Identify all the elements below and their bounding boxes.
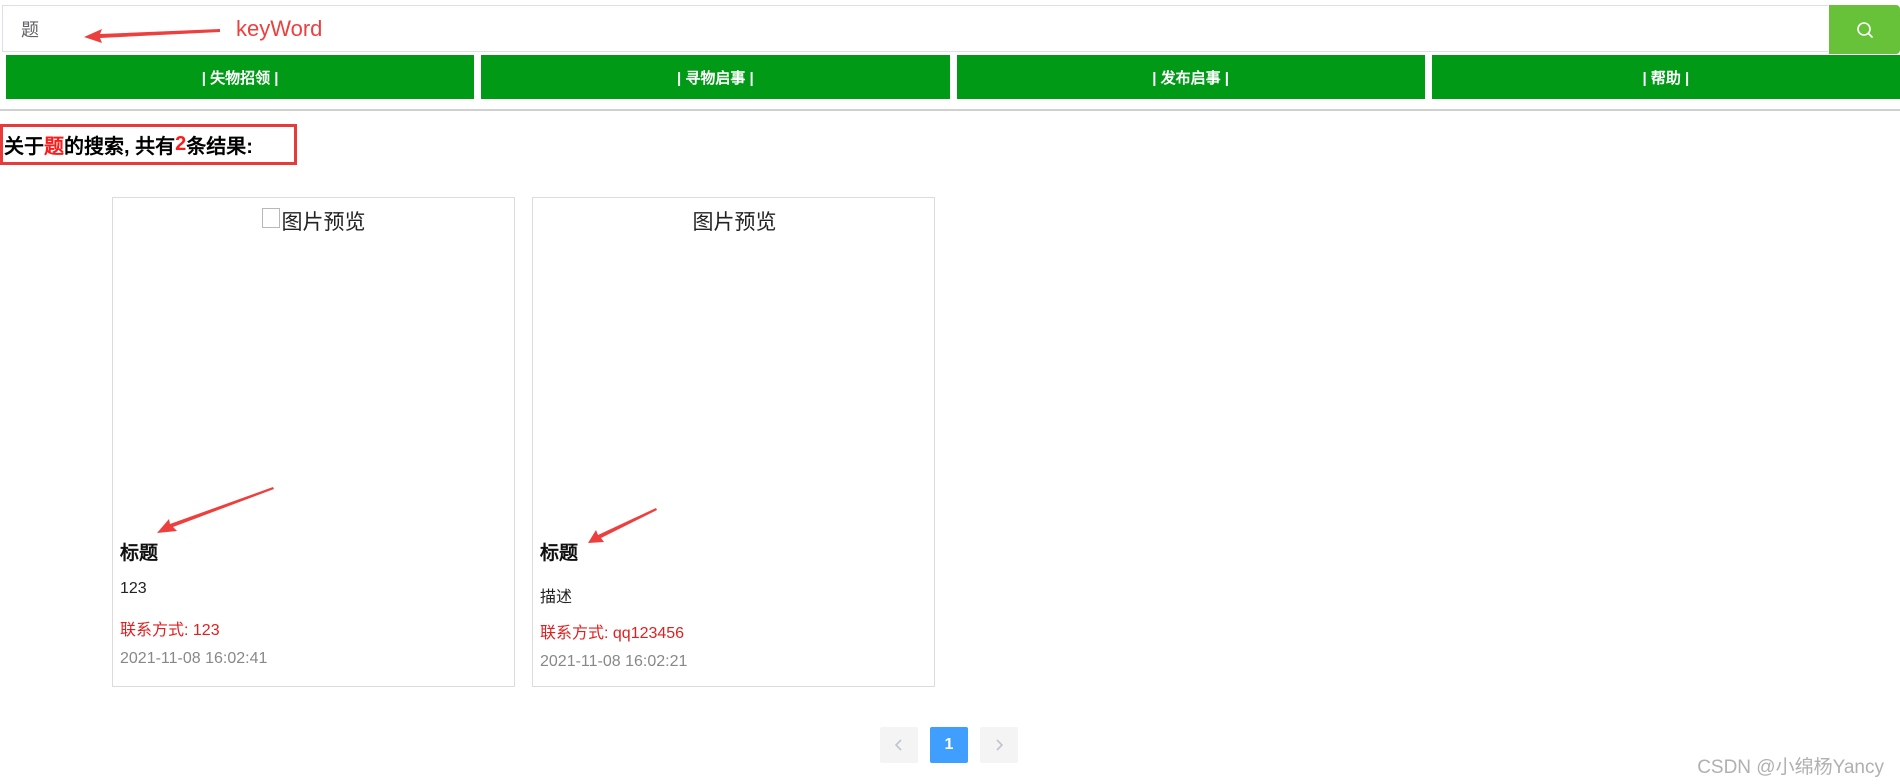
result-summary: 关于题的搜索, 共有 2 条结果: — [0, 124, 297, 165]
chevron-left-icon — [894, 739, 902, 751]
card-time: 2021-11-08 16:02:41 — [120, 650, 268, 667]
keyword-annotation-label: keyWord — [236, 16, 323, 41]
result-prefix: 关于 — [4, 136, 44, 158]
annotation-arrow-icon — [84, 29, 220, 43]
nav-item-publish[interactable]: | 发布启事 | — [956, 55, 1425, 99]
search-icon — [1856, 21, 1873, 38]
nav-item-seek-item[interactable]: | 寻物启事 | — [481, 55, 950, 99]
page: keyWord | 失物招领 | | 寻物启事 | | 发布启事 | | 帮助 … — [0, 0, 1900, 784]
nav-item-help[interactable]: | 帮助 | — [1431, 55, 1900, 99]
card-contact: 联系方式: 123 — [120, 622, 220, 639]
result-count: 2 — [175, 133, 187, 155]
card-image-preview: 图片预览 — [113, 206, 514, 236]
result-suffix: 条结果: — [186, 136, 253, 158]
page-number-button[interactable]: 1 — [930, 727, 968, 763]
result-card[interactable]: 图片预览 标题 123 联系方式: 123 2021-11-08 16:02:4… — [112, 197, 515, 687]
card-title: 标题 — [540, 543, 579, 564]
nav-item-lost-found[interactable]: | 失物招领 | — [6, 55, 475, 99]
card-title: 标题 — [120, 543, 159, 564]
title-annotation-arrow-icon — [157, 487, 274, 533]
result-middle: 的搜索, 共有 — [64, 136, 176, 158]
card-image-preview: 图片预览 — [533, 206, 934, 236]
result-keyword: 题 — [44, 136, 64, 158]
card-description: 描述 — [540, 589, 573, 606]
card-contact: 联系方式: qq123456 — [540, 625, 685, 642]
card-description: 123 — [120, 580, 147, 597]
prev-page-button[interactable] — [880, 727, 918, 763]
main-nav: | 失物招领 | | 寻物启事 | | 发布启事 | | 帮助 | — [6, 55, 1900, 99]
broken-image-icon — [261, 208, 280, 228]
card-image-alt-text: 图片预览 — [692, 211, 777, 234]
divider — [0, 109, 1900, 111]
title-annotation-arrow-icon — [588, 508, 657, 543]
next-page-button[interactable] — [980, 727, 1018, 763]
card-time: 2021-11-08 16:02:21 — [540, 653, 688, 670]
chevron-right-icon — [996, 739, 1004, 751]
result-card[interactable]: 图片预览 标题 描述 联系方式: qq123456 2021-11-08 16:… — [532, 197, 935, 687]
search-button[interactable] — [1829, 5, 1900, 54]
watermark: CSDN @小绵杨Yancy — [1697, 757, 1884, 778]
card-image-alt-text: 图片预览 — [281, 211, 366, 234]
